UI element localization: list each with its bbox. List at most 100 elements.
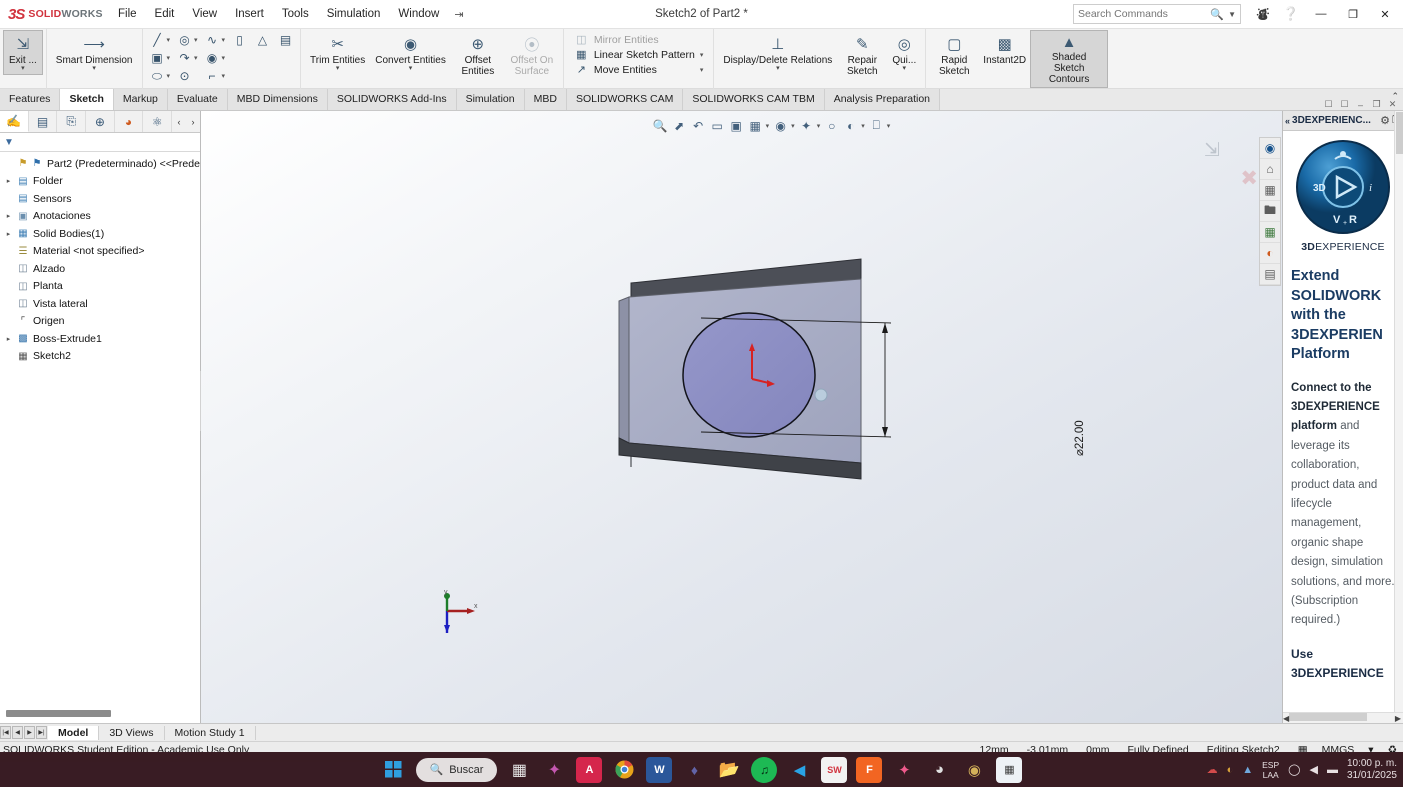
- file-explorer-icon[interactable]: 🖿: [1260, 201, 1280, 222]
- collapse-ribbon-icon[interactable]: ⌃: [1391, 91, 1399, 102]
- scroll-right-icon[interactable]: ▶: [1395, 714, 1401, 723]
- chevron-down-icon[interactable]: ▾: [776, 65, 780, 72]
- tab-solidworks-cam[interactable]: SOLIDWORKS CAM: [566, 89, 684, 110]
- configuration-manager-tab[interactable]: ⎘: [57, 111, 87, 132]
- offset-entities-button[interactable]: ⊕ Offset Entities: [451, 31, 505, 79]
- graphics-area[interactable]: 🔍 ⬈ ↶ ▭ ▣ ▦ ▾ ◉ ▾ ✦ ▾ ○ ◐ ▾ ⎕ ▾ ⇲ ✖ ⌀22.…: [201, 111, 1282, 723]
- word-icon[interactable]: W: [646, 756, 673, 783]
- appearances-scenes-icon[interactable]: ◐: [1260, 243, 1280, 264]
- tree-item-part2[interactable]: ⚑ ⚑ Part2 (Predeterminado) <<Prede: [2, 155, 200, 173]
- vscode-icon[interactable]: ◀: [786, 757, 812, 783]
- diameter-dimension-label[interactable]: ⌀22.00: [1072, 420, 1086, 456]
- expand-arrow-icon[interactable]: ▸: [4, 177, 13, 185]
- help-icon[interactable]: ❔: [1277, 1, 1305, 27]
- feature-manager-tab[interactable]: ✍: [0, 111, 29, 132]
- tree-item-anotaciones[interactable]: ▸ ▣ Anotaciones: [2, 208, 200, 226]
- expand-arrow-icon[interactable]: ▸: [4, 212, 13, 220]
- menu-window[interactable]: Window: [389, 5, 448, 23]
- chevron-down-icon[interactable]: ▾: [409, 65, 413, 72]
- close-button[interactable]: ✕: [1369, 0, 1401, 28]
- menu-insert[interactable]: Insert: [226, 5, 273, 23]
- search-icon[interactable]: 🔍: [1210, 8, 1224, 21]
- scroll-left-icon[interactable]: ◀: [1283, 714, 1289, 723]
- menu-view[interactable]: View: [183, 5, 226, 23]
- tree-item-alzado[interactable]: ◫ Alzado: [2, 260, 200, 278]
- view-palette-icon[interactable]: ▦: [1260, 222, 1280, 243]
- smart-dimension-button[interactable]: ⟶ Smart Dimension ▾: [51, 31, 138, 74]
- volume-icon[interactable]: ◀: [1309, 763, 1317, 776]
- clock-app-icon[interactable]: ◕: [926, 757, 952, 783]
- sketch-tool-slot[interactable]: ⬭ ▾: [147, 67, 173, 85]
- convert-entities-button[interactable]: ◉ Convert Entities ▾: [370, 31, 451, 74]
- move-entities-row[interactable]: ↗ Move Entities ▾: [570, 62, 708, 77]
- tree-item-boss-extrude1[interactable]: ▸ ▩ Boss-Extrude1: [2, 330, 200, 348]
- tree-item-sensors[interactable]: ▤ Sensors: [2, 190, 200, 208]
- tab-solidworks-cam-tbm[interactable]: SOLIDWORKS CAM TBM: [683, 89, 825, 110]
- chevron-down-icon[interactable]: ▾: [167, 72, 171, 80]
- sketch-tool-line[interactable]: ╱ ▾: [147, 31, 173, 49]
- acrobat-icon[interactable]: A: [576, 756, 603, 783]
- tab-solidworks-add-ins[interactable]: SOLIDWORKS Add-Ins: [327, 89, 457, 110]
- restore-icon[interactable]: ❐: [1370, 99, 1383, 110]
- tab-mbd[interactable]: MBD: [524, 89, 567, 110]
- part-model-view[interactable]: [201, 111, 1282, 723]
- battery-icon[interactable]: ▬: [1327, 764, 1338, 776]
- file-explorer-icon[interactable]: 📂: [716, 757, 742, 783]
- sketch-tool-point[interactable]: △: [252, 31, 273, 49]
- rapid-sketch-button[interactable]: ▢ Rapid Sketch: [930, 31, 978, 79]
- tree-item-sketch2[interactable]: ▦ Sketch2: [2, 348, 200, 366]
- chevron-down-icon[interactable]: ▾: [194, 54, 198, 62]
- search-input[interactable]: [1078, 8, 1198, 20]
- display-delete-relations-button[interactable]: ⊥ Display/Delete Relations ▾: [718, 31, 837, 74]
- doc-tab-model[interactable]: Model: [48, 725, 100, 740]
- shaded-sketch-contours-button[interactable]: ▲ Shaded Sketch Contours: [1030, 30, 1109, 88]
- wifi-icon[interactable]: ◯: [1288, 763, 1300, 776]
- notification-icon[interactable]: ◐: [1227, 764, 1234, 776]
- tab-analysis-preparation[interactable]: Analysis Preparation: [824, 89, 941, 110]
- chevron-down-icon[interactable]: ▾: [92, 65, 96, 72]
- chevron-down-icon[interactable]: ▾: [222, 72, 226, 80]
- minimize-icon[interactable]: –: [1354, 100, 1367, 110]
- chevron-down-icon[interactable]: ▼: [1228, 10, 1236, 19]
- spotify-icon[interactable]: ♫: [751, 756, 778, 783]
- chevron-down-icon[interactable]: ▾: [167, 36, 171, 44]
- 3dexperience-icon[interactable]: ◉: [1260, 138, 1280, 159]
- tab-simulation[interactable]: Simulation: [456, 89, 525, 110]
- sketch-tool-arc[interactable]: ↷ ▾: [174, 49, 200, 67]
- sketch-tool-construction[interactable]: ▤: [275, 31, 296, 49]
- display-manager-tab[interactable]: ◕: [115, 111, 144, 132]
- doc-tab-3d-views[interactable]: 3D Views: [99, 725, 165, 740]
- chrome-icon[interactable]: [611, 757, 637, 783]
- feature-tree-filter[interactable]: ▼: [0, 133, 200, 152]
- property-manager-tab[interactable]: ▤: [29, 111, 58, 132]
- foxit-icon[interactable]: F: [856, 756, 883, 783]
- task-pane-h-scroll-track[interactable]: ◀ ▶: [1283, 712, 1403, 723]
- mirror-entities-row[interactable]: ◫ Mirror Entities: [570, 32, 708, 47]
- teams-icon[interactable]: ♦: [681, 757, 707, 783]
- addins-manager-tab[interactable]: ⚛: [143, 111, 173, 132]
- search-commands-box[interactable]: 🔍 ▼: [1073, 4, 1241, 24]
- chevron-down-icon[interactable]: ▾: [1368, 744, 1373, 752]
- trim-entities-button[interactable]: ✂ Trim Entities ▾: [305, 31, 370, 74]
- chevron-down-icon[interactable]: ▾: [222, 36, 226, 44]
- sketch-tool-fillet[interactable]: ⌐ ▾: [202, 67, 228, 85]
- last-sheet-icon[interactable]: ▶|: [36, 726, 47, 739]
- menu-edit[interactable]: Edit: [146, 5, 184, 23]
- instant2d-button[interactable]: ▩ Instant2D: [978, 31, 1031, 68]
- copilot-icon[interactable]: ✦: [541, 757, 567, 783]
- onedrive-alert-icon[interactable]: ☁: [1207, 763, 1218, 776]
- sketch-tool-spline[interactable]: ∿ ▾: [202, 31, 228, 49]
- solidworks-logo[interactable]: 3S SOLIDWORKS: [0, 6, 105, 23]
- menu-file[interactable]: File: [109, 5, 146, 23]
- chevron-down-icon[interactable]: ▾: [167, 54, 171, 62]
- pin-menu-icon[interactable]: ⇥: [448, 6, 469, 23]
- sketch-tool-text[interactable]: ▯: [229, 31, 250, 49]
- tree-item-planta[interactable]: ◫ Planta: [2, 278, 200, 296]
- first-sheet-icon[interactable]: |◀: [0, 726, 11, 739]
- repair-sketch-button[interactable]: ✎ Repair Sketch: [837, 31, 887, 79]
- calculator-icon[interactable]: ▦: [996, 756, 1023, 783]
- arrow-up-icon[interactable]: ▲: [1242, 764, 1253, 776]
- menu-tools[interactable]: Tools: [273, 5, 318, 23]
- doc-tab-motion-study[interactable]: Motion Study 1: [165, 725, 256, 740]
- chevron-down-icon[interactable]: ▾: [21, 65, 25, 72]
